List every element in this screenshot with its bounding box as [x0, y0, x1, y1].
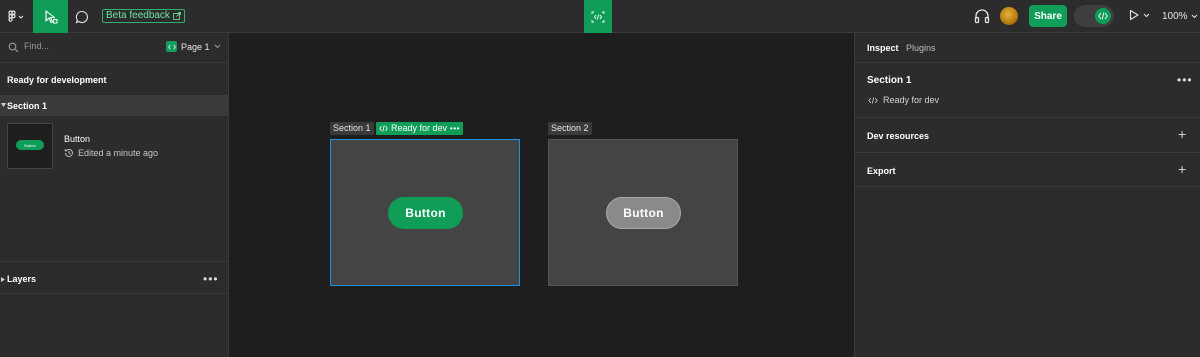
section-2-label[interactable]: Section 2 — [548, 122, 592, 135]
section-list-label: Section 1 — [7, 101, 48, 111]
export-section: Export + — [855, 152, 1200, 187]
chevron-down-icon — [1143, 13, 1150, 17]
ready-for-dev-text: Ready for dev — [391, 123, 448, 133]
more-options-icon[interactable]: ••• — [450, 122, 460, 135]
ready-for-dev-tag[interactable]: Ready for dev ••• — [376, 122, 463, 135]
dev-mode-toggle[interactable] — [1074, 5, 1114, 27]
page-selector[interactable]: Page 1 — [166, 41, 221, 52]
thumbnail-button-preview: Button — [16, 140, 44, 150]
section-1-frame[interactable]: Button — [330, 139, 520, 286]
beta-feedback-label: Beta feedback — [106, 10, 170, 21]
dev-mode-indicator[interactable] — [584, 0, 612, 33]
button-component[interactable]: Button — [388, 197, 463, 229]
main-menu-button[interactable] — [0, 0, 32, 33]
headphones-icon[interactable] — [973, 7, 991, 25]
add-dev-resource-icon[interactable]: + — [1178, 127, 1186, 141]
dev-status[interactable]: Ready for dev — [868, 95, 939, 105]
play-icon — [1129, 9, 1139, 21]
more-options-icon[interactable]: ••• — [203, 272, 219, 286]
canvas[interactable]: Section 1 Ready for dev ••• Button Secti… — [230, 33, 854, 357]
component-edit-status: Edited a minute ago — [64, 148, 158, 158]
right-panel: Inspect Plugins Section 1 ••• Ready for … — [854, 33, 1200, 357]
dev-resources-label: Dev resources — [867, 131, 930, 141]
code-icon — [167, 44, 176, 49]
move-tool-button[interactable] — [33, 0, 68, 33]
history-icon — [64, 149, 73, 157]
chevron-down-icon — [18, 15, 24, 19]
section-2-frame[interactable]: Button — [548, 139, 738, 286]
add-export-icon[interactable]: + — [1178, 162, 1186, 176]
zoom-menu[interactable]: 100% — [1162, 11, 1198, 22]
section-list-item[interactable]: Section 1 — [0, 95, 229, 116]
caret-down-icon — [1, 103, 6, 107]
layers-header[interactable]: Layers ••• — [0, 261, 229, 294]
code-icon — [379, 125, 388, 132]
dev-resources-section: Dev resources + — [855, 117, 1200, 152]
section-1-label[interactable]: Section 1 — [330, 122, 374, 135]
edited-timestamp: Edited a minute ago — [78, 148, 159, 158]
chevron-down-icon — [1191, 14, 1197, 19]
button-component-disabled[interactable]: Button — [606, 197, 681, 229]
export-label: Export — [867, 166, 896, 176]
dev-mode-icon — [591, 11, 605, 22]
selection-title: Section 1 — [867, 75, 912, 86]
user-avatar[interactable] — [1000, 7, 1018, 25]
top-toolbar: Beta feedback Share 100% — [0, 0, 1200, 33]
left-panel: Page 1 Ready for development Section 1 B… — [0, 33, 229, 357]
cursor-select-icon — [44, 9, 57, 23]
more-options-icon[interactable]: ••• — [1177, 73, 1193, 87]
page-name: Page 1 — [181, 41, 210, 52]
chevron-down-icon — [214, 44, 220, 49]
tab-inspect[interactable]: Inspect — [867, 43, 899, 53]
share-button[interactable]: Share — [1029, 5, 1067, 27]
comment-icon — [75, 10, 88, 23]
search-icon — [8, 42, 19, 53]
dev-page-badge — [166, 41, 177, 52]
present-button[interactable] — [1128, 9, 1150, 21]
code-icon — [868, 96, 878, 104]
comment-button[interactable] — [68, 0, 96, 33]
external-link-icon — [173, 12, 181, 20]
layers-label: Layers — [7, 274, 37, 284]
dev-status-text: Ready for dev — [883, 95, 940, 105]
find-bar: Page 1 — [0, 33, 229, 63]
component-name[interactable]: Button — [64, 134, 90, 144]
component-thumbnail[interactable]: Button — [7, 123, 53, 169]
ready-for-development-heading: Ready for development — [7, 75, 107, 85]
inspect-tabs: Inspect Plugins — [855, 33, 1200, 63]
caret-right-icon — [1, 277, 5, 282]
find-input[interactable] — [24, 41, 144, 51]
beta-feedback-link[interactable]: Beta feedback — [102, 9, 185, 23]
tab-plugins[interactable]: Plugins — [906, 43, 936, 53]
code-icon — [1098, 12, 1108, 20]
dev-mode-toggle-knob — [1095, 8, 1111, 24]
figma-logo-icon — [8, 9, 24, 22]
zoom-level: 100% — [1162, 11, 1188, 22]
